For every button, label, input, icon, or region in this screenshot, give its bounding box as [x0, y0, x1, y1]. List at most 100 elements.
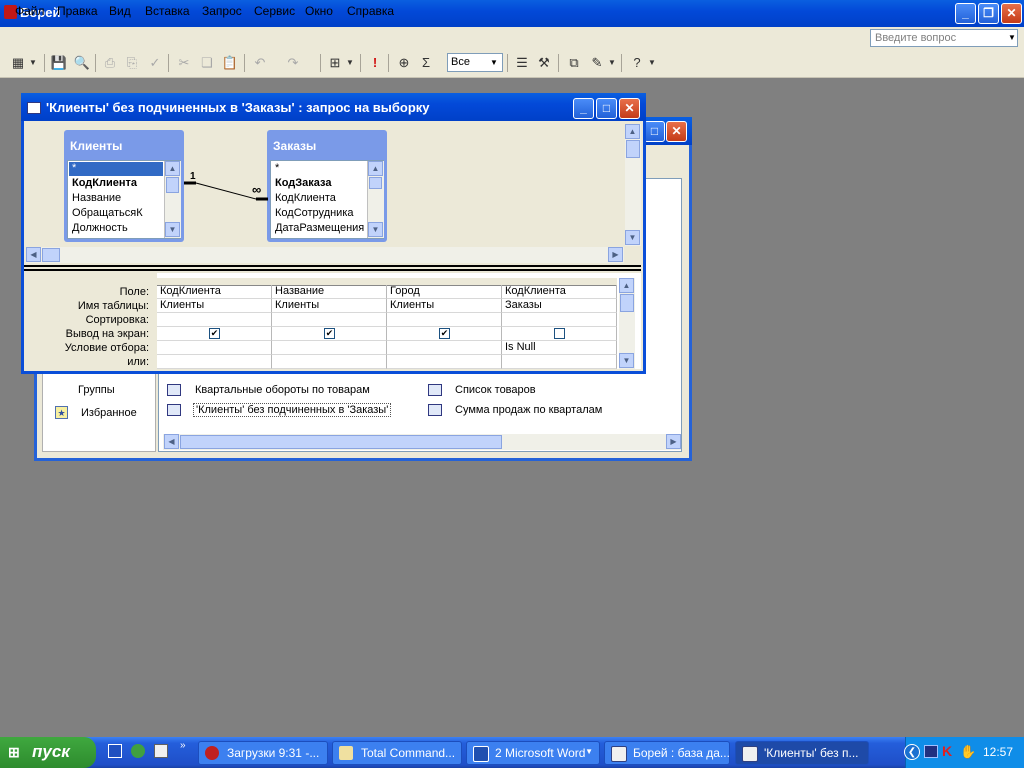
top-values-combo[interactable]: Все ▼: [447, 53, 503, 72]
grid-cell-table[interactable]: Клиенты: [272, 299, 387, 313]
grid-cell-criteria[interactable]: [157, 341, 272, 355]
scroll-thumb[interactable]: [369, 177, 382, 189]
scroll-down-icon[interactable]: ▼: [368, 222, 383, 237]
menu-view[interactable]: Вид: [109, 4, 131, 18]
help-icon[interactable]: ?: [627, 53, 647, 73]
list-item[interactable]: Список товаров: [455, 384, 536, 396]
menu-query[interactable]: Запрос: [202, 4, 242, 18]
save-icon[interactable]: 💾: [49, 53, 69, 73]
menu-edit[interactable]: Правка: [57, 4, 98, 18]
start-button[interactable]: ⊞ пуск: [0, 737, 96, 768]
spelling-icon[interactable]: ✓: [145, 53, 165, 73]
grid-cell-field[interactable]: Город: [387, 285, 502, 299]
grid-cell-or[interactable]: [502, 355, 617, 369]
minimize-button[interactable]: _: [955, 3, 976, 24]
scroll-thumb[interactable]: [620, 294, 634, 312]
grid-cell-table[interactable]: Клиенты: [157, 299, 272, 313]
grid-cell-or[interactable]: [387, 355, 502, 369]
desktop-icon[interactable]: [154, 744, 168, 758]
grid-cell-table[interactable]: Клиенты: [387, 299, 502, 313]
show-table-icon[interactable]: ⊕: [394, 53, 414, 73]
menu-insert[interactable]: Вставка: [145, 4, 190, 18]
run-icon[interactable]: !: [365, 53, 385, 73]
maximize-button[interactable]: □: [644, 121, 665, 142]
field-star[interactable]: *: [72, 162, 76, 174]
grid-cell-or[interactable]: [157, 355, 272, 369]
chevron-down-icon[interactable]: ▼: [488, 55, 500, 70]
scroll-right-icon[interactable]: ▶: [666, 434, 681, 449]
hand-icon[interactable]: ✋: [960, 744, 976, 760]
list-item-selected[interactable]: 'Клиенты' без подчиненных в 'Заказы': [193, 403, 392, 417]
scroll-up-icon[interactable]: ▲: [625, 124, 640, 139]
search-icon[interactable]: 🔍: [72, 53, 92, 73]
scroll-left-icon[interactable]: ◀: [26, 247, 41, 262]
field-item[interactable]: КодСотрудника: [275, 207, 354, 219]
grid-cell-field[interactable]: КодКлиента: [502, 285, 617, 299]
grid-cell-sort[interactable]: [272, 313, 387, 327]
scroll-right-icon[interactable]: ▶: [608, 247, 623, 262]
minimize-button[interactable]: _: [573, 98, 594, 119]
list-item[interactable]: Квартальные обороты по товарам: [195, 384, 370, 396]
chevron-down-icon[interactable]: ▼: [607, 53, 617, 73]
scroll-thumb[interactable]: [180, 435, 502, 449]
close-button[interactable]: ✕: [1001, 3, 1022, 24]
grid-cell-criteria[interactable]: [387, 341, 502, 355]
taskbar-item-total-commander[interactable]: Total Command...: [332, 741, 462, 765]
grid-cell-sort[interactable]: [387, 313, 502, 327]
restore-button[interactable]: ❐: [978, 3, 999, 24]
grid-cell-table[interactable]: Заказы: [502, 299, 617, 313]
show-checkbox-checked[interactable]: ✔: [209, 328, 220, 339]
close-button[interactable]: ✕: [619, 98, 640, 119]
pane-splitter[interactable]: [24, 265, 641, 271]
build-icon[interactable]: ⚒: [534, 53, 554, 73]
properties-icon[interactable]: ☰: [512, 53, 532, 73]
chevron-right-icon[interactable]: »: [180, 740, 186, 751]
menu-tools[interactable]: Сервис: [254, 4, 295, 18]
sidebar-item-favorites[interactable]: Избранное: [81, 407, 137, 419]
scroll-up-icon[interactable]: ▲: [165, 161, 180, 176]
table-clients[interactable]: Клиенты * КодКлиента Название Обращаться…: [64, 130, 184, 242]
grid-cell-sort[interactable]: [157, 313, 272, 327]
menu-help[interactable]: Справка: [347, 4, 394, 18]
field-item[interactable]: ДатаРазмещения: [275, 222, 364, 234]
network-icon[interactable]: [924, 745, 938, 758]
field-item[interactable]: КодКлиента: [275, 192, 336, 204]
taskbar-item-query[interactable]: 'Клиенты' без п...: [735, 741, 869, 765]
taskbar-item-word[interactable]: 2 Microsoft Word ▼: [466, 741, 600, 765]
database-window-icon[interactable]: ⧉: [564, 53, 584, 73]
grid-cell-criteria[interactable]: Is Null: [502, 341, 617, 355]
query-type-icon[interactable]: ⊞: [325, 53, 345, 73]
scroll-down-icon[interactable]: ▼: [165, 222, 180, 237]
scroll-up-icon[interactable]: ▲: [619, 278, 634, 293]
ask-question-input[interactable]: Введите вопрос: [870, 29, 1018, 47]
scroll-thumb[interactable]: [626, 140, 640, 158]
field-primary-key[interactable]: КодЗаказа: [275, 177, 331, 189]
menu-file[interactable]: Файл: [15, 4, 45, 18]
chevron-down-icon[interactable]: ▼: [647, 53, 657, 73]
chevron-down-icon[interactable]: ▼: [1008, 33, 1016, 42]
totals-icon[interactable]: Σ: [416, 53, 436, 73]
scroll-thumb[interactable]: [166, 177, 179, 193]
copy-icon[interactable]: ❏: [197, 53, 217, 73]
maximize-button[interactable]: □: [596, 98, 617, 119]
field-item[interactable]: ОбращатьсяК: [72, 207, 143, 219]
save-icon[interactable]: [108, 744, 122, 758]
show-checkbox-checked[interactable]: ✔: [324, 328, 335, 339]
menu-window[interactable]: Окно: [305, 4, 333, 18]
view-icon[interactable]: ▦: [8, 53, 28, 73]
show-checkbox-checked[interactable]: ✔: [439, 328, 450, 339]
paste-icon[interactable]: 📋: [220, 53, 240, 73]
close-button[interactable]: ✕: [666, 121, 687, 142]
show-checkbox-unchecked[interactable]: [554, 328, 565, 339]
grid-cell-or[interactable]: [272, 355, 387, 369]
media-player-icon[interactable]: [131, 744, 145, 758]
chevron-down-icon[interactable]: ▼: [345, 53, 355, 73]
scroll-up-icon[interactable]: ▲: [368, 161, 383, 176]
table-orders[interactable]: Заказы * КодЗаказа КодКлиента КодСотрудн…: [267, 130, 387, 242]
vertical-scrollbar[interactable]: ▲ ▼: [367, 161, 384, 238]
scroll-left-icon[interactable]: ◀: [164, 434, 179, 449]
cut-icon[interactable]: ✂: [174, 53, 194, 73]
print-preview-icon[interactable]: ⎘: [122, 53, 142, 73]
list-item[interactable]: Сумма продаж по кварталам: [455, 404, 602, 416]
field-primary-key[interactable]: КодКлиента: [72, 177, 137, 189]
